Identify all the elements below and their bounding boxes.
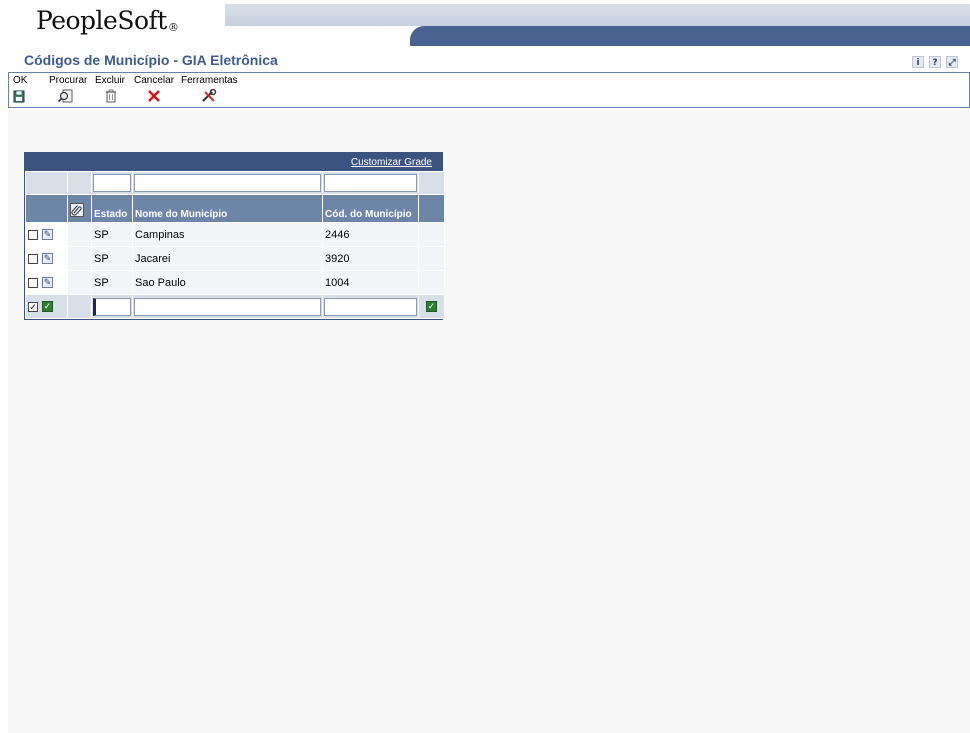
city-code-cell: 2446 bbox=[322, 222, 419, 247]
save-icon bbox=[13, 90, 25, 103]
new-entry-row: ✓ ✓ ✓ bbox=[25, 294, 445, 319]
info-icon[interactable]: i bbox=[912, 56, 924, 68]
cancel-label: Cancelar bbox=[134, 75, 175, 86]
find-icon bbox=[57, 89, 73, 103]
table-row[interactable]: ✎ SP Campinas 2446 bbox=[25, 222, 445, 247]
new-city-name-input[interactable] bbox=[134, 297, 321, 316]
tools-label: Ferramentas bbox=[181, 75, 238, 86]
exit-icon[interactable]: ⤢ bbox=[946, 56, 958, 68]
row-ok-icon[interactable]: ✓ bbox=[426, 301, 437, 313]
content-area: Customizar Grade Estado Nome do Municípi… bbox=[8, 110, 970, 733]
page-title: Códigos de Município - GIA Eletrônica bbox=[24, 52, 278, 68]
row-select-checkbox[interactable] bbox=[28, 277, 38, 288]
city-name-cell: Jacarei bbox=[132, 246, 323, 271]
city-code-column-header[interactable]: Cód. do Município bbox=[322, 194, 419, 223]
state-cell: SP bbox=[91, 222, 133, 247]
delete-label: Excluir bbox=[95, 75, 126, 86]
table-row[interactable]: ✎ SP Jacarei 3920 bbox=[25, 246, 445, 271]
cancel-x-icon bbox=[148, 90, 160, 102]
city-name-cell: Sao Paulo bbox=[132, 270, 323, 295]
banner-stripe bbox=[225, 4, 970, 26]
toolbar: OK Procurar Excluir Cancelar Ferramentas bbox=[8, 72, 970, 108]
edit-icon[interactable]: ✎ bbox=[42, 277, 53, 289]
customize-grid-link[interactable]: Customizar Grade bbox=[351, 157, 432, 168]
state-cell: SP bbox=[91, 246, 133, 271]
tools-icon bbox=[202, 89, 217, 102]
grid-header: Customizar Grade bbox=[25, 153, 442, 171]
banner-bar: i ? ⤢ bbox=[410, 26, 970, 68]
edit-icon[interactable]: ✎ bbox=[42, 253, 53, 265]
attachment-column-header[interactable] bbox=[67, 194, 92, 223]
row-select-checkbox[interactable] bbox=[28, 229, 38, 240]
cancel-button[interactable]: Cancelar bbox=[134, 75, 174, 103]
city-name-column-header[interactable]: Nome do Município bbox=[132, 194, 323, 223]
peoplesoft-logo: PeopleSoft® bbox=[36, 6, 179, 35]
column-header-row: Estado Nome do Município Cód. do Municíp… bbox=[25, 194, 445, 223]
find-button[interactable]: Procurar bbox=[49, 75, 87, 103]
qbe-city-name-input[interactable] bbox=[134, 174, 321, 192]
banner: PeopleSoft® i ? ⤢ bbox=[0, 0, 970, 68]
table-row[interactable]: ✎ SP Sao Paulo 1004 bbox=[25, 270, 445, 295]
new-city-code-input[interactable] bbox=[324, 297, 417, 316]
qbe-state-input[interactable] bbox=[93, 174, 131, 192]
tools-button[interactable]: Ferramentas bbox=[181, 75, 238, 103]
city-name-cell: Campinas bbox=[132, 222, 323, 247]
ok-button[interactable]: OK bbox=[13, 75, 27, 103]
state-column-header[interactable]: Estado bbox=[91, 194, 133, 223]
new-state-input[interactable] bbox=[93, 297, 131, 316]
city-code-cell: 1004 bbox=[322, 270, 419, 295]
edit-icon[interactable]: ✎ bbox=[42, 229, 53, 241]
qbe-row bbox=[25, 171, 445, 195]
city-code-cell: 3920 bbox=[322, 246, 419, 271]
row-ok-icon[interactable]: ✓ bbox=[42, 301, 53, 313]
row-select-checkbox-checked[interactable]: ✓ bbox=[28, 301, 38, 312]
ok-label: OK bbox=[13, 75, 28, 86]
qbe-city-code-input[interactable] bbox=[324, 174, 417, 192]
find-label: Procurar bbox=[49, 75, 88, 86]
row-select-checkbox[interactable] bbox=[28, 253, 38, 264]
state-cell: SP bbox=[91, 270, 133, 295]
delete-button[interactable]: Excluir bbox=[95, 75, 125, 103]
attachment-icon bbox=[70, 203, 84, 217]
municipality-grid: Customizar Grade Estado Nome do Municípi… bbox=[24, 152, 445, 320]
grid-table: Estado Nome do Município Cód. do Municíp… bbox=[25, 171, 445, 319]
help-icon[interactable]: ? bbox=[929, 56, 941, 68]
trash-icon bbox=[106, 89, 116, 103]
